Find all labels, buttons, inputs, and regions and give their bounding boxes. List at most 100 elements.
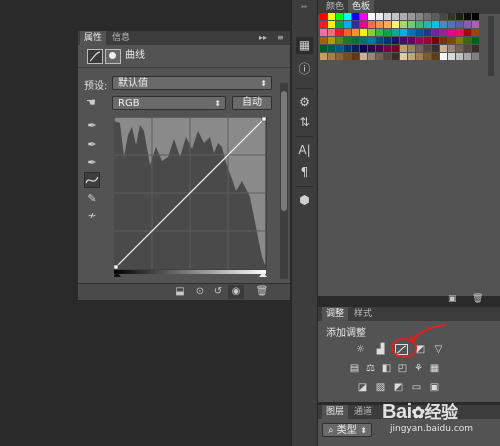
character-icon[interactable]: A| bbox=[296, 142, 313, 159]
swatch[interactable] bbox=[360, 29, 367, 36]
swatch[interactable] bbox=[328, 21, 335, 28]
tab-info[interactable]: 信息 bbox=[108, 31, 134, 45]
create-new-swatch-icon[interactable]: ▣ bbox=[448, 295, 458, 304]
swatch[interactable] bbox=[408, 53, 415, 60]
selective-color-icon[interactable]: ▣ bbox=[428, 382, 441, 393]
swatch[interactable] bbox=[416, 37, 423, 44]
swatch[interactable] bbox=[472, 21, 479, 28]
swatch[interactable] bbox=[440, 21, 447, 28]
swatch[interactable] bbox=[472, 13, 479, 20]
on-image-adjust-hand-icon[interactable]: ☚ bbox=[86, 97, 102, 109]
swatch[interactable] bbox=[456, 29, 463, 36]
swatch[interactable] bbox=[400, 45, 407, 52]
swatch[interactable] bbox=[384, 53, 391, 60]
swatch[interactable] bbox=[472, 53, 479, 60]
swatch[interactable] bbox=[376, 45, 383, 52]
swatch[interactable] bbox=[392, 53, 399, 60]
swatch[interactable] bbox=[352, 21, 359, 28]
swatch[interactable] bbox=[424, 21, 431, 28]
swatch[interactable] bbox=[464, 13, 471, 20]
swatch[interactable] bbox=[328, 45, 335, 52]
swatch[interactable] bbox=[360, 45, 367, 52]
tab-channels[interactable]: 通道 bbox=[350, 405, 376, 419]
properties-scroll-thumb[interactable] bbox=[281, 91, 287, 211]
swatch[interactable] bbox=[328, 37, 335, 44]
swatch[interactable] bbox=[408, 37, 415, 44]
swatch[interactable] bbox=[344, 29, 351, 36]
channel-dropdown[interactable]: RGB ⬍ bbox=[112, 96, 226, 110]
sample-gray-point-eyedropper-icon[interactable]: ✒ bbox=[84, 137, 100, 153]
swatch[interactable] bbox=[448, 37, 455, 44]
swatch[interactable] bbox=[416, 21, 423, 28]
sample-black-point-eyedropper-icon[interactable]: ✒ bbox=[84, 118, 100, 134]
panel-menu-icon[interactable]: ≡ bbox=[277, 31, 284, 45]
swatch[interactable] bbox=[344, 53, 351, 60]
swatch[interactable] bbox=[440, 37, 447, 44]
paragraph-icon[interactable]: ¶ bbox=[296, 164, 313, 181]
swatch[interactable] bbox=[360, 37, 367, 44]
3d-cube-icon[interactable]: ⬢ bbox=[296, 192, 313, 209]
delete-trash-icon[interactable]: 🗑 bbox=[254, 285, 270, 299]
swatch[interactable] bbox=[440, 45, 447, 52]
swatch[interactable] bbox=[464, 29, 471, 36]
swatch[interactable] bbox=[384, 29, 391, 36]
swatch[interactable] bbox=[384, 13, 391, 20]
swatch[interactable] bbox=[416, 29, 423, 36]
posterize-icon[interactable]: ▨ bbox=[374, 382, 387, 393]
swatch[interactable] bbox=[448, 29, 455, 36]
tab-adjustments[interactable]: 调整 bbox=[322, 307, 349, 321]
swatch[interactable] bbox=[392, 29, 399, 36]
swatch[interactable] bbox=[440, 53, 447, 60]
swatch[interactable] bbox=[456, 53, 463, 60]
color-lookup-icon[interactable]: ▦ bbox=[428, 363, 441, 374]
curves-adjustment-icon[interactable] bbox=[87, 49, 103, 64]
swatch[interactable] bbox=[400, 21, 407, 28]
swatch[interactable] bbox=[392, 21, 399, 28]
swatch[interactable] bbox=[432, 29, 439, 36]
swatch[interactable] bbox=[392, 37, 399, 44]
swatch[interactable] bbox=[368, 21, 375, 28]
swatch[interactable] bbox=[328, 29, 335, 36]
swatch[interactable] bbox=[440, 29, 447, 36]
photo-filter-icon[interactable]: ◰ bbox=[396, 363, 409, 374]
black-white-icon[interactable]: ◧ bbox=[380, 363, 393, 374]
swatch[interactable] bbox=[376, 21, 383, 28]
tab-color[interactable]: 颜色 bbox=[322, 0, 348, 14]
swatch[interactable] bbox=[424, 13, 431, 20]
swatch[interactable] bbox=[352, 13, 359, 20]
view-previous-state-icon[interactable]: ⊙ bbox=[192, 285, 208, 299]
swatch[interactable] bbox=[440, 13, 447, 20]
swatch[interactable] bbox=[336, 53, 343, 60]
swatch[interactable] bbox=[456, 37, 463, 44]
swatch[interactable] bbox=[336, 45, 343, 52]
swatch-grid[interactable] bbox=[320, 13, 482, 77]
swatch[interactable] bbox=[360, 13, 367, 20]
draw-pencil-icon[interactable]: ✎ bbox=[84, 191, 100, 207]
sample-white-point-eyedropper-icon[interactable]: ✒ bbox=[84, 155, 100, 171]
properties-panel-icon[interactable]: ▦ bbox=[296, 37, 313, 54]
smooth-curve-icon[interactable]: ≁ bbox=[84, 208, 100, 224]
visibility-eye-icon[interactable]: ◉ bbox=[228, 285, 244, 299]
swatch[interactable] bbox=[432, 53, 439, 60]
tab-properties[interactable]: 属性 bbox=[80, 31, 107, 45]
swatch[interactable] bbox=[320, 13, 327, 20]
swatch[interactable] bbox=[360, 21, 367, 28]
swatch[interactable] bbox=[352, 45, 359, 52]
swatch[interactable] bbox=[424, 29, 431, 36]
swatch[interactable] bbox=[408, 29, 415, 36]
swatch[interactable] bbox=[408, 45, 415, 52]
auto-button[interactable]: 自动 bbox=[232, 96, 272, 110]
hue-saturation-icon[interactable]: ▤ bbox=[348, 363, 361, 374]
delete-swatch-icon[interactable]: 🗑 bbox=[472, 295, 483, 304]
swatch[interactable] bbox=[392, 13, 399, 20]
swatch[interactable] bbox=[448, 53, 455, 60]
swatch[interactable] bbox=[328, 13, 335, 20]
layer-mask-icon[interactable] bbox=[105, 49, 121, 64]
clip-to-layer-icon[interactable]: ⬓ bbox=[172, 285, 188, 299]
swatch[interactable] bbox=[352, 37, 359, 44]
swatch[interactable] bbox=[368, 53, 375, 60]
swatch[interactable] bbox=[456, 45, 463, 52]
swatch[interactable] bbox=[320, 53, 327, 60]
threshold-icon[interactable]: ◩ bbox=[392, 382, 405, 393]
tab-styles[interactable]: 样式 bbox=[350, 307, 376, 321]
